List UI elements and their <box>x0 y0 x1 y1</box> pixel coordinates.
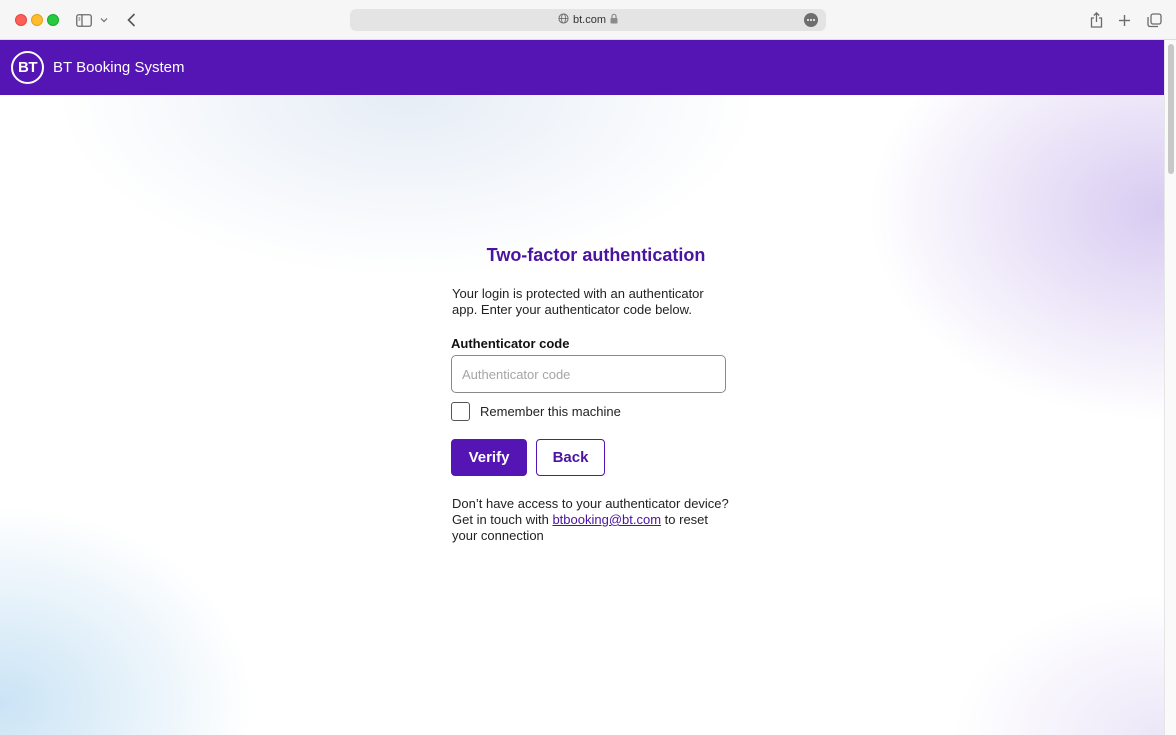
url-text: bt.com <box>572 14 606 26</box>
chevron-down-icon[interactable] <box>98 10 110 30</box>
authenticator-code-input[interactable] <box>451 355 726 393</box>
app-header: BT BT Booking System <box>0 40 1164 95</box>
remember-machine-label[interactable]: Remember this machine <box>480 404 621 419</box>
help-text: Don’t have access to your authenticator … <box>452 496 732 544</box>
tabs-icon[interactable] <box>1145 10 1163 30</box>
page-content: Two-factor authentication Your login is … <box>0 95 1164 735</box>
share-icon[interactable] <box>1088 10 1104 30</box>
remember-machine-option[interactable]: Remember this machine <box>451 402 621 421</box>
scrollbar-thumb[interactable] <box>1168 44 1174 174</box>
scrollbar[interactable] <box>1164 40 1176 735</box>
zoom-window-button[interactable] <box>47 14 59 26</box>
intro-text: Your login is protected with an authenti… <box>452 286 704 317</box>
authenticator-code-label: Authenticator code <box>451 336 570 351</box>
browser-toolbar: bt.com <box>0 0 1176 40</box>
address-bar[interactable]: bt.com <box>350 9 826 31</box>
page-title: Two-factor authentication <box>486 245 706 265</box>
more-icon[interactable] <box>804 13 818 27</box>
back-button[interactable]: Back <box>536 439 605 476</box>
support-email-link[interactable]: btbooking@bt.com <box>552 512 661 527</box>
remember-machine-checkbox[interactable] <box>451 402 470 421</box>
sidebar-icon[interactable] <box>75 10 93 30</box>
lock-icon <box>610 13 618 27</box>
bt-logo[interactable]: BT <box>11 51 44 84</box>
close-window-button[interactable] <box>15 14 27 26</box>
globe-icon <box>558 13 569 27</box>
app-title: BT Booking System <box>53 59 185 76</box>
minimize-window-button[interactable] <box>31 14 43 26</box>
plus-icon[interactable] <box>1116 10 1132 30</box>
verify-button[interactable]: Verify <box>451 439 527 476</box>
back-arrow-icon[interactable] <box>123 10 139 30</box>
